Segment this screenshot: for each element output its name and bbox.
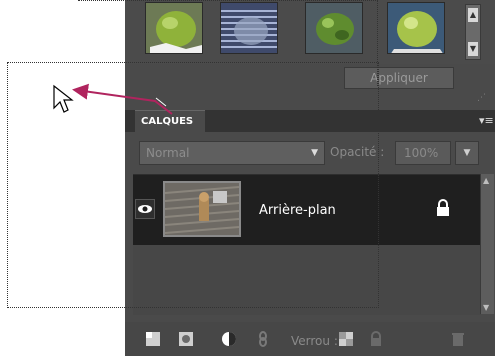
mouse-cursor-icon	[53, 84, 74, 113]
drag-arrow	[72, 83, 173, 115]
